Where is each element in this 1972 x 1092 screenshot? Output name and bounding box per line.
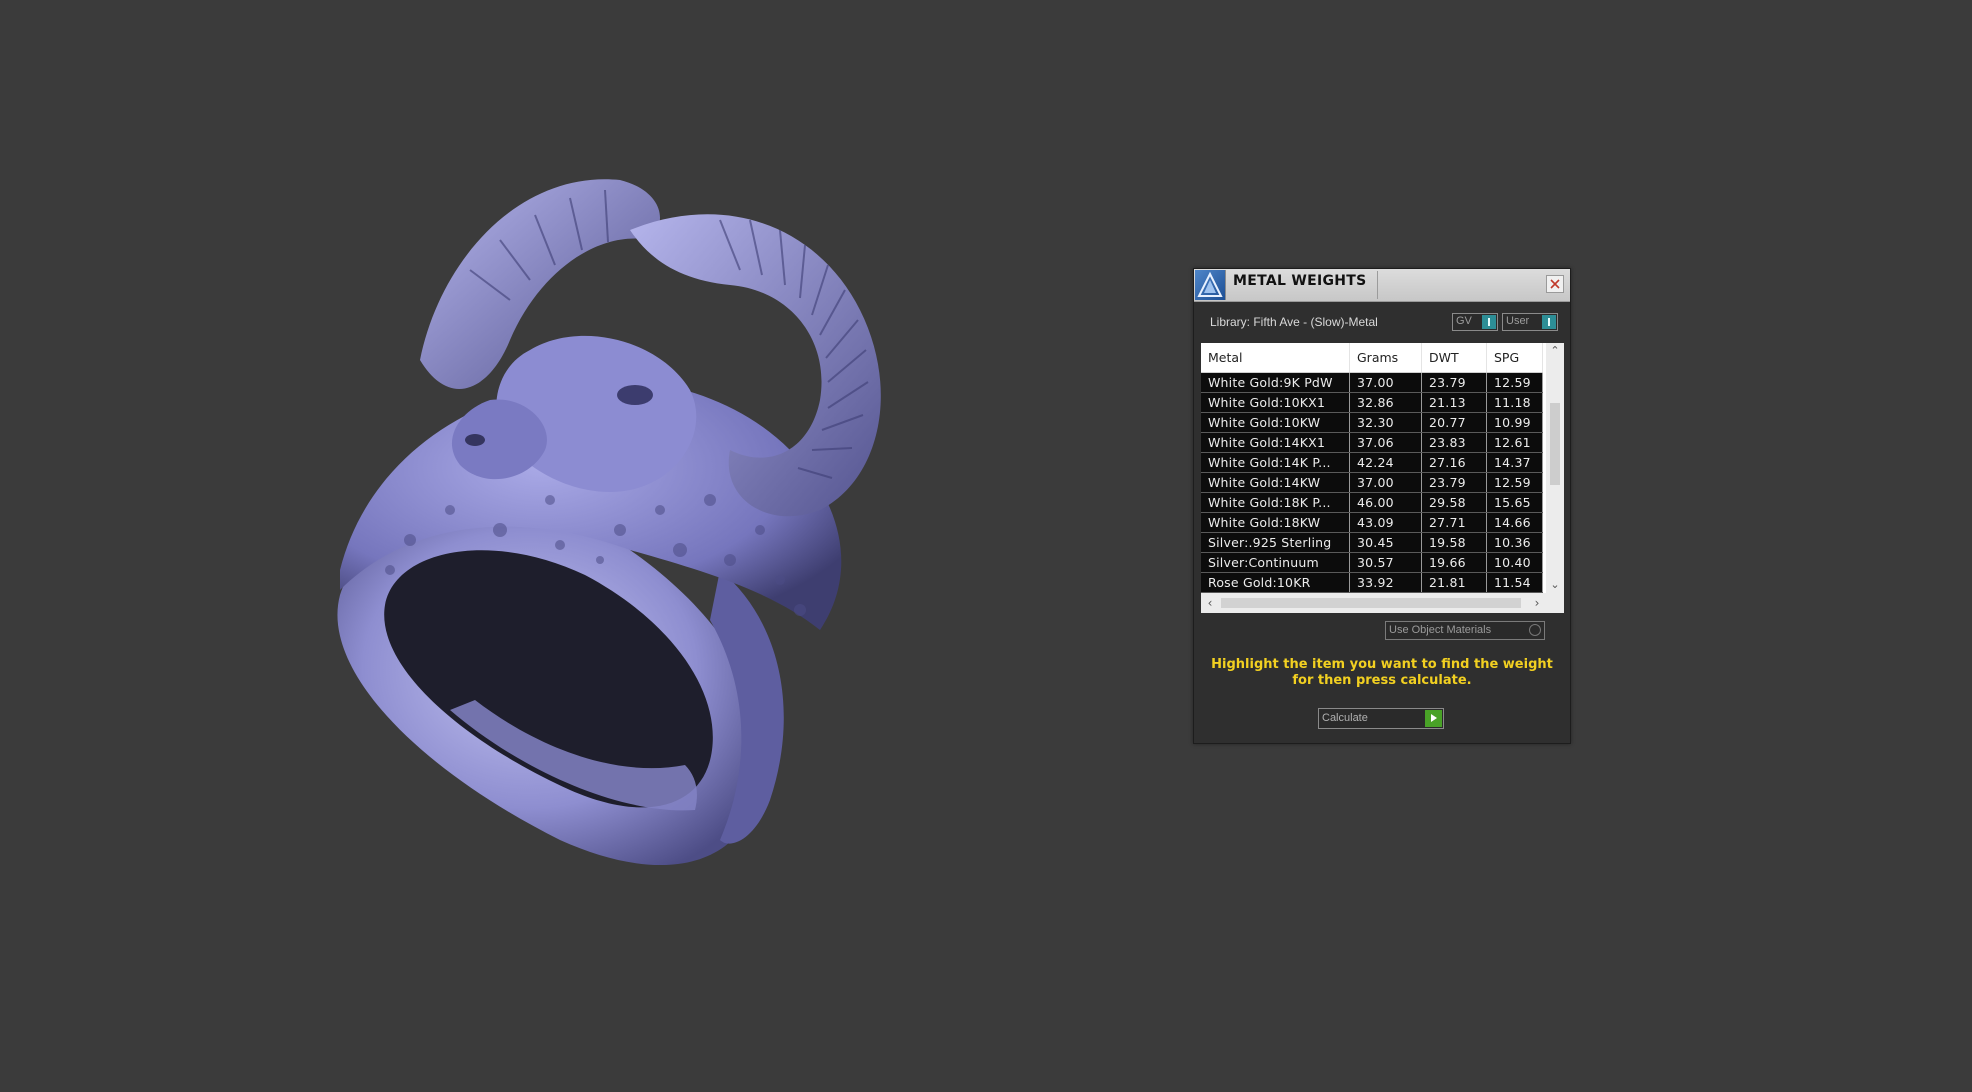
library-label: Library: Fifth Ave - (Slow)-Metal [1210,315,1378,329]
cell-spg: 12.59 [1486,372,1543,393]
play-icon[interactable] [1425,710,1442,727]
app-logo-icon [1195,270,1226,300]
vertical-scroll-thumb[interactable] [1550,403,1560,485]
close-icon [1550,279,1560,289]
gv-toggle[interactable]: GV [1452,313,1498,331]
cell-dwt: 23.83 [1421,432,1487,453]
column-header-metal[interactable]: Metal [1201,343,1350,373]
use-object-materials-checkbox[interactable] [1529,624,1541,636]
cell-metal: Silver:.925 Sterling [1201,532,1350,553]
cell-dwt: 27.16 [1421,452,1487,473]
cell-grams: 46.00 [1349,492,1422,513]
cell-grams: 30.57 [1349,552,1422,573]
table-row[interactable]: White Gold:9K PdW 37.00 23.79 12.59 [1201,372,1543,393]
cell-spg: 12.59 [1486,472,1543,493]
cell-grams: 42.24 [1349,452,1422,473]
cell-metal: White Gold:14KW [1201,472,1350,493]
column-header-grams[interactable]: Grams [1349,343,1422,373]
table-row[interactable]: White Gold:18KW 43.09 27.71 14.66 [1201,512,1543,533]
cell-grams: 32.30 [1349,412,1422,433]
metal-weights-panel: METAL WEIGHTS Library: Fifth Ave - (Slow… [1193,268,1571,744]
cell-spg: 15.65 [1486,492,1543,513]
table-row[interactable]: Rose Gold:10KR 33.92 21.81 11.54 [1201,572,1543,593]
cell-metal: White Gold:18K P... [1201,492,1350,513]
cell-dwt: 19.58 [1421,532,1487,553]
metal-table[interactable]: Metal Grams DWT SPG White Gold:9K PdW 37.… [1201,343,1564,613]
cell-dwt: 21.13 [1421,392,1487,413]
cell-grams: 30.45 [1349,532,1422,553]
title-divider [1377,271,1378,299]
cell-spg: 14.37 [1486,452,1543,473]
instruction-line-1: Highlight the item you want to find the … [1211,657,1553,672]
user-toggle[interactable]: User [1502,313,1558,331]
cell-metal: White Gold:10KW [1201,412,1350,433]
scroll-right-icon[interactable]: › [1528,593,1546,613]
cell-spg: 12.61 [1486,432,1543,453]
table-row[interactable]: White Gold:18K P... 46.00 29.58 15.65 [1201,492,1543,513]
cell-dwt: 29.58 [1421,492,1487,513]
cell-metal: White Gold:14KX1 [1201,432,1350,453]
cell-spg: 10.40 [1486,552,1543,573]
cell-metal: White Gold:9K PdW [1201,372,1350,393]
cell-dwt: 23.79 [1421,372,1487,393]
horizontal-scroll-thumb[interactable] [1221,598,1521,608]
panel-title: METAL WEIGHTS [1233,273,1367,289]
column-header-dwt[interactable]: DWT [1421,343,1487,373]
use-object-materials-toggle[interactable]: Use Object Materials [1385,621,1545,640]
cell-metal: Rose Gold:10KR [1201,572,1350,593]
calculate-button[interactable]: Calculate [1318,708,1444,729]
cell-metal: White Gold:10KX1 [1201,392,1350,413]
cell-spg: 10.36 [1486,532,1543,553]
cell-grams: 37.00 [1349,372,1422,393]
cell-metal: White Gold:18KW [1201,512,1350,533]
column-header-spg[interactable]: SPG [1486,343,1543,373]
cell-grams: 37.00 [1349,472,1422,493]
cell-spg: 14.66 [1486,512,1543,533]
table-row[interactable]: White Gold:10KX1 32.86 21.13 11.18 [1201,392,1543,413]
horizontal-scrollbar[interactable]: ‹ › [1201,593,1564,613]
table-row[interactable]: White Gold:14KX1 37.06 23.83 12.61 [1201,432,1543,453]
ram-ring-model[interactable] [300,150,980,890]
table-header-row: Metal Grams DWT SPG [1201,343,1543,373]
calculate-label: Calculate [1322,712,1368,724]
instruction-text: Highlight the item you want to find the … [1204,657,1560,689]
user-toggle-label: User [1506,315,1530,327]
cell-metal: Silver:Continuum [1201,552,1350,573]
table-row[interactable]: White Gold:10KW 32.30 20.77 10.99 [1201,412,1543,433]
cell-metal: White Gold:14K P... [1201,452,1350,473]
table-row[interactable]: White Gold:14K P... 42.24 27.16 14.37 [1201,452,1543,473]
table-row[interactable]: White Gold:14KW 37.00 23.79 12.59 [1201,472,1543,493]
cell-spg: 11.54 [1486,572,1543,593]
user-toggle-switch[interactable] [1542,315,1556,329]
use-object-materials-label: Use Object Materials [1389,624,1492,636]
cell-grams: 33.92 [1349,572,1422,593]
cell-spg: 11.18 [1486,392,1543,413]
vertical-scrollbar[interactable]: ⌃ ⌄ [1546,343,1564,593]
gv-toggle-switch[interactable] [1482,315,1496,329]
scroll-up-icon[interactable]: ⌃ [1546,343,1564,359]
scroll-down-icon[interactable]: ⌄ [1546,577,1564,593]
cell-spg: 10.99 [1486,412,1543,433]
instruction-line-2: for then press calculate. [1292,673,1472,688]
3d-viewport[interactable]: METAL WEIGHTS Library: Fifth Ave - (Slow… [0,0,1972,1092]
cell-dwt: 21.81 [1421,572,1487,593]
cell-grams: 37.06 [1349,432,1422,453]
metal-table-grid: Metal Grams DWT SPG White Gold:9K PdW 37.… [1201,343,1543,593]
close-button[interactable] [1546,275,1564,293]
table-row[interactable]: Silver:Continuum 30.57 19.66 10.40 [1201,552,1543,573]
cell-dwt: 19.66 [1421,552,1487,573]
gv-toggle-label: GV [1456,315,1472,327]
panel-titlebar[interactable]: METAL WEIGHTS [1194,269,1570,302]
cell-dwt: 20.77 [1421,412,1487,433]
cell-dwt: 27.71 [1421,512,1487,533]
cell-grams: 43.09 [1349,512,1422,533]
cell-dwt: 23.79 [1421,472,1487,493]
scroll-left-icon[interactable]: ‹ [1201,593,1219,613]
cell-grams: 32.86 [1349,392,1422,413]
table-row[interactable]: Silver:.925 Sterling 30.45 19.58 10.36 [1201,532,1543,553]
